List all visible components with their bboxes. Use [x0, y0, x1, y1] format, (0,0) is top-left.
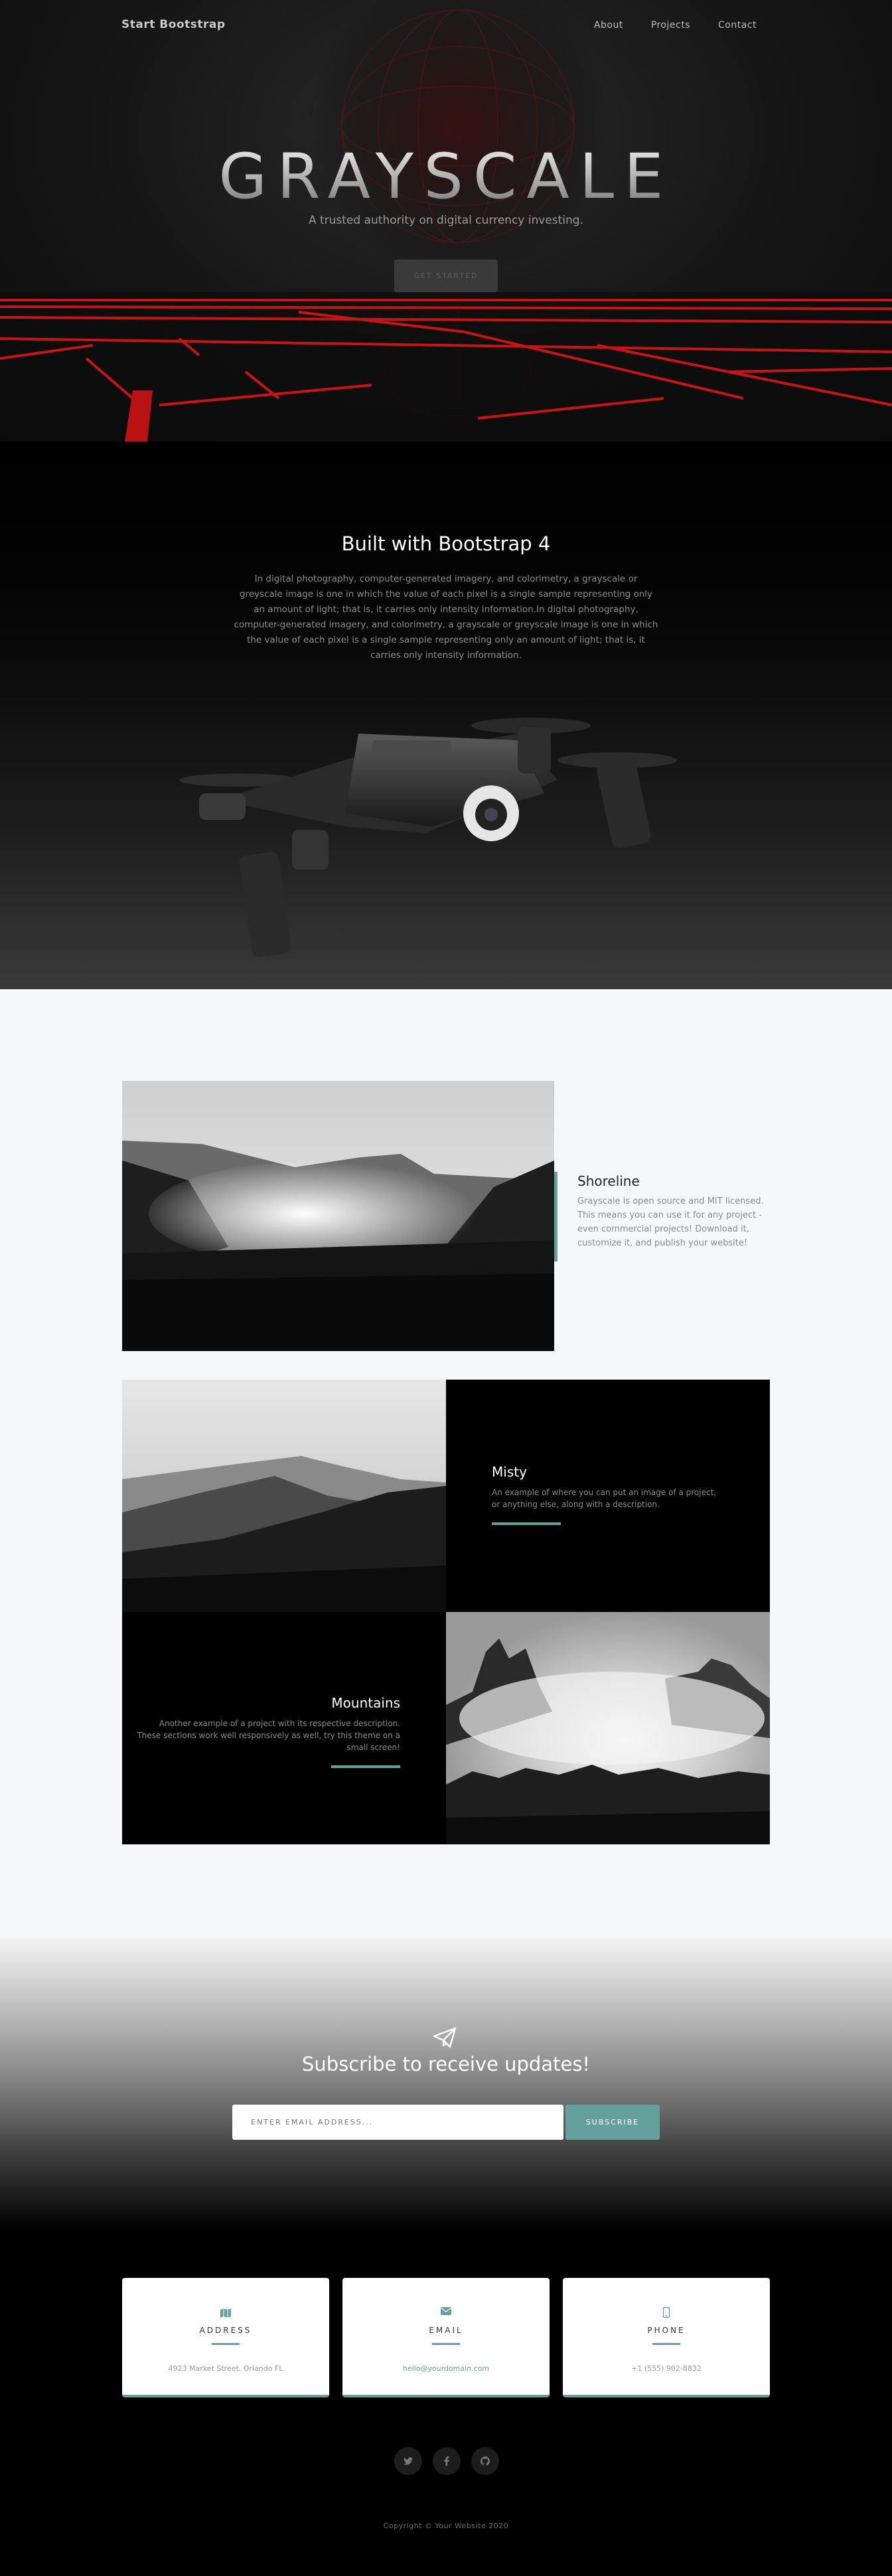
nav-link-projects[interactable]: Projects: [651, 20, 690, 31]
mountains-text-panel: Mountains Another example of a project w…: [122, 1612, 446, 1844]
paper-plane-icon: [433, 2027, 457, 2048]
email-label: EMAIL: [429, 2326, 463, 2335]
twitter-icon[interactable]: [394, 2447, 422, 2475]
email-card: EMAIL hello@yourdomain.com: [342, 2278, 550, 2397]
hero-section: GRAYSCALE A trusted authority on digital…: [0, 0, 892, 442]
copyright-text: Copyright © Your Website 2020: [383, 2522, 509, 2530]
address-value: 4923 Market Street, Orlando FL: [168, 2364, 283, 2373]
envelope-icon: [441, 2307, 451, 2315]
email-input[interactable]: [232, 2105, 563, 2140]
phone-label: PHONE: [647, 2326, 686, 2335]
email-link[interactable]: hello@yourdomain.com: [342, 2364, 550, 2373]
brand-link[interactable]: Start Bootstrap: [121, 18, 225, 31]
mountains-desc: Another example of a project with its re…: [137, 1719, 400, 1752]
github-icon[interactable]: [471, 2447, 499, 2475]
shoreline-text-panel: Shoreline Grayscale is open source and M…: [554, 1172, 770, 1261]
phone-value: +1 (555) 902-8832: [631, 2364, 702, 2373]
hero-title: GRAYSCALE: [0, 141, 892, 213]
phone-card: PHONE +1 (555) 902-8832: [563, 2278, 770, 2397]
email-divider: [432, 2343, 460, 2345]
shoreline-desc: Grayscale is open source and MIT license…: [577, 1196, 764, 1248]
nav-links: About Projects Contact: [594, 20, 757, 31]
about-section: Built with Bootstrap 4 In digital photog…: [0, 442, 892, 989]
misty-desc: An example of where you can put an image…: [492, 1488, 717, 1509]
mountains-title: Mountains: [331, 1695, 400, 1711]
social-links: [394, 2447, 499, 2475]
projects-section: Shoreline Grayscale is open source and M…: [0, 989, 892, 1937]
nav-link-about[interactable]: About: [594, 20, 623, 31]
mountains-image: [446, 1612, 770, 1844]
page: GRAYSCALE A trusted authority on digital…: [0, 0, 892, 2576]
address-label: ADDRESS: [199, 2326, 252, 2335]
shoreline-image: [122, 1081, 554, 1351]
about-text: In digital photography, computer-generat…: [234, 574, 658, 661]
about-title: Built with Bootstrap 4: [341, 532, 551, 555]
misty-text-panel: Misty An example of where you can put an…: [446, 1380, 770, 1612]
address-card: ADDRESS 4923 Market Street, Orlando FL: [122, 2278, 329, 2397]
get-started-button[interactable]: GET STARTED: [394, 260, 498, 292]
misty-image: [122, 1380, 446, 1612]
hero-subtitle: A trusted authority on digital currency …: [308, 214, 584, 227]
mountains-accent-bar: [331, 1765, 400, 1768]
navbar: Start Bootstrap About Projects Contact: [0, 0, 892, 50]
facebook-icon[interactable]: [433, 2447, 461, 2475]
signup-section: Subscribe to receive updates! SUBSCRIBE: [0, 1937, 892, 2229]
shoreline-title: Shoreline: [577, 1173, 640, 1189]
mobile-icon: [663, 2307, 670, 2318]
contact-section: ADDRESS 4923 Market Street, Orlando FL E…: [0, 2229, 892, 2576]
map-icon: [220, 2308, 231, 2318]
misty-accent-bar: [492, 1522, 561, 1525]
misty-title: Misty: [492, 1464, 527, 1480]
phone-divider: [652, 2343, 680, 2345]
drone-image: [179, 718, 677, 957]
signup-title: Subscribe to receive updates!: [301, 2053, 591, 2075]
nav-link-contact[interactable]: Contact: [718, 20, 757, 31]
address-divider: [212, 2343, 240, 2345]
subscribe-button[interactable]: SUBSCRIBE: [565, 2105, 660, 2140]
